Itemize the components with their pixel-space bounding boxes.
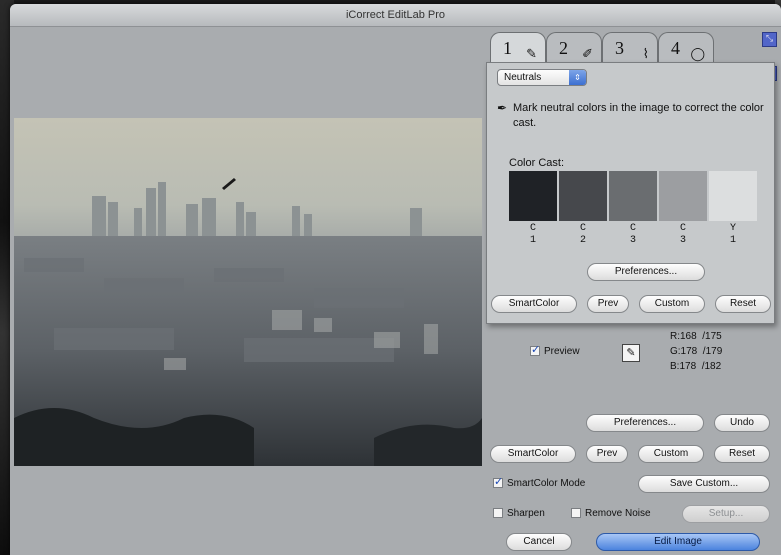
mode-select-value: Neutrals <box>504 72 542 83</box>
swatch-4[interactable] <box>659 171 707 221</box>
color-cast-label: Color Cast: <box>509 157 565 169</box>
smartcolor-mode-checkbox[interactable] <box>493 475 503 488</box>
cancel-button[interactable]: Cancel <box>506 533 572 551</box>
smartcolor-mode-label: SmartColor Mode <box>507 478 586 489</box>
swatch-label: C3 <box>629 223 636 246</box>
preview-checkbox[interactable] <box>530 343 540 356</box>
collapse-icon[interactable]: ⤡ <box>762 32 777 47</box>
tab-step-1[interactable]: 1 ✎ <box>490 32 546 62</box>
window-title: iCorrect EditLab Pro <box>10 4 781 27</box>
updown-arrows-icon: ⇕ <box>569 70 586 85</box>
swatch-2[interactable] <box>559 171 607 221</box>
eyedropper-icon: ✒ <box>497 101 508 115</box>
tab-label: 4 <box>671 38 680 58</box>
city-skyline-photo <box>14 118 482 466</box>
remove-noise-checkbox[interactable] <box>571 508 581 518</box>
swatch-label: C2 <box>579 223 586 246</box>
preferences-button[interactable]: Preferences... <box>586 414 704 432</box>
mode-select[interactable]: Neutrals ⇕ <box>497 69 587 86</box>
save-custom-button[interactable]: Save Custom... <box>638 475 770 493</box>
setup-button[interactable]: Setup... <box>682 505 770 523</box>
swatch-label: C3 <box>679 223 686 246</box>
reset-button[interactable]: Reset <box>714 445 770 463</box>
swatch-label: Y1 <box>729 223 736 246</box>
swatch-3[interactable] <box>609 171 657 221</box>
panel-reset-button[interactable]: Reset <box>715 295 771 313</box>
instructions-text: Mark neutral colors in the image to corr… <box>513 102 764 129</box>
panel-preferences-button[interactable]: Preferences... <box>587 263 705 281</box>
eyedropper-tool-icon[interactable]: ✎ <box>622 344 640 362</box>
sharpen-label: Sharpen <box>507 508 545 519</box>
tab-step-3[interactable]: 3 ⌇ <box>602 32 658 62</box>
custom-button[interactable]: Custom <box>638 445 704 463</box>
panel-prev-button[interactable]: Prev <box>587 295 629 313</box>
panel-custom-button[interactable]: Custom <box>639 295 705 313</box>
swatch-1[interactable] <box>509 171 557 221</box>
panel-smartcolor-button[interactable]: SmartColor <box>491 295 577 313</box>
color-cast-swatches <box>509 171 757 223</box>
prev-button[interactable]: Prev <box>586 445 628 463</box>
rgb-g-readout: G:178 /179 <box>670 346 723 357</box>
swatch-label: C1 <box>529 223 536 246</box>
rgb-b-readout: B:178 /182 <box>670 361 722 372</box>
undo-button[interactable]: Undo <box>714 414 770 432</box>
sharpen-checkbox[interactable] <box>493 508 503 518</box>
image-preview[interactable] <box>14 118 482 466</box>
tab-label: 2 <box>559 38 568 58</box>
tab-step-4[interactable]: 4 ◯ <box>658 32 714 62</box>
step-tabs: 1 ✎ 2 ✐ 3 ⌇ 4 ◯ <box>486 28 781 64</box>
eyedropper-icon: ✎ <box>526 47 537 62</box>
remove-noise-label: Remove Noise <box>585 508 651 519</box>
tab-label: 3 <box>615 38 624 58</box>
instructions: ✒ Mark neutral colors in the image to co… <box>497 101 765 131</box>
neutrals-panel: Neutrals ⇕ ✒ Mark neutral colors in the … <box>486 62 775 324</box>
swatch-5[interactable] <box>709 171 757 221</box>
rgb-r-readout: R:168 /175 <box>670 331 722 342</box>
preview-label: Preview <box>544 346 580 357</box>
tab-label: 1 <box>503 38 512 58</box>
smartcolor-button[interactable]: SmartColor <box>490 445 576 463</box>
tab-step-2[interactable]: 2 ✐ <box>546 32 602 62</box>
edit-image-button[interactable]: Edit Image <box>596 533 760 551</box>
editlab-window: iCorrect EditLab Pro 1 ✎ 2 ✐ 3 ⌇ 4 ◯ ⤡ N… <box>10 4 781 555</box>
